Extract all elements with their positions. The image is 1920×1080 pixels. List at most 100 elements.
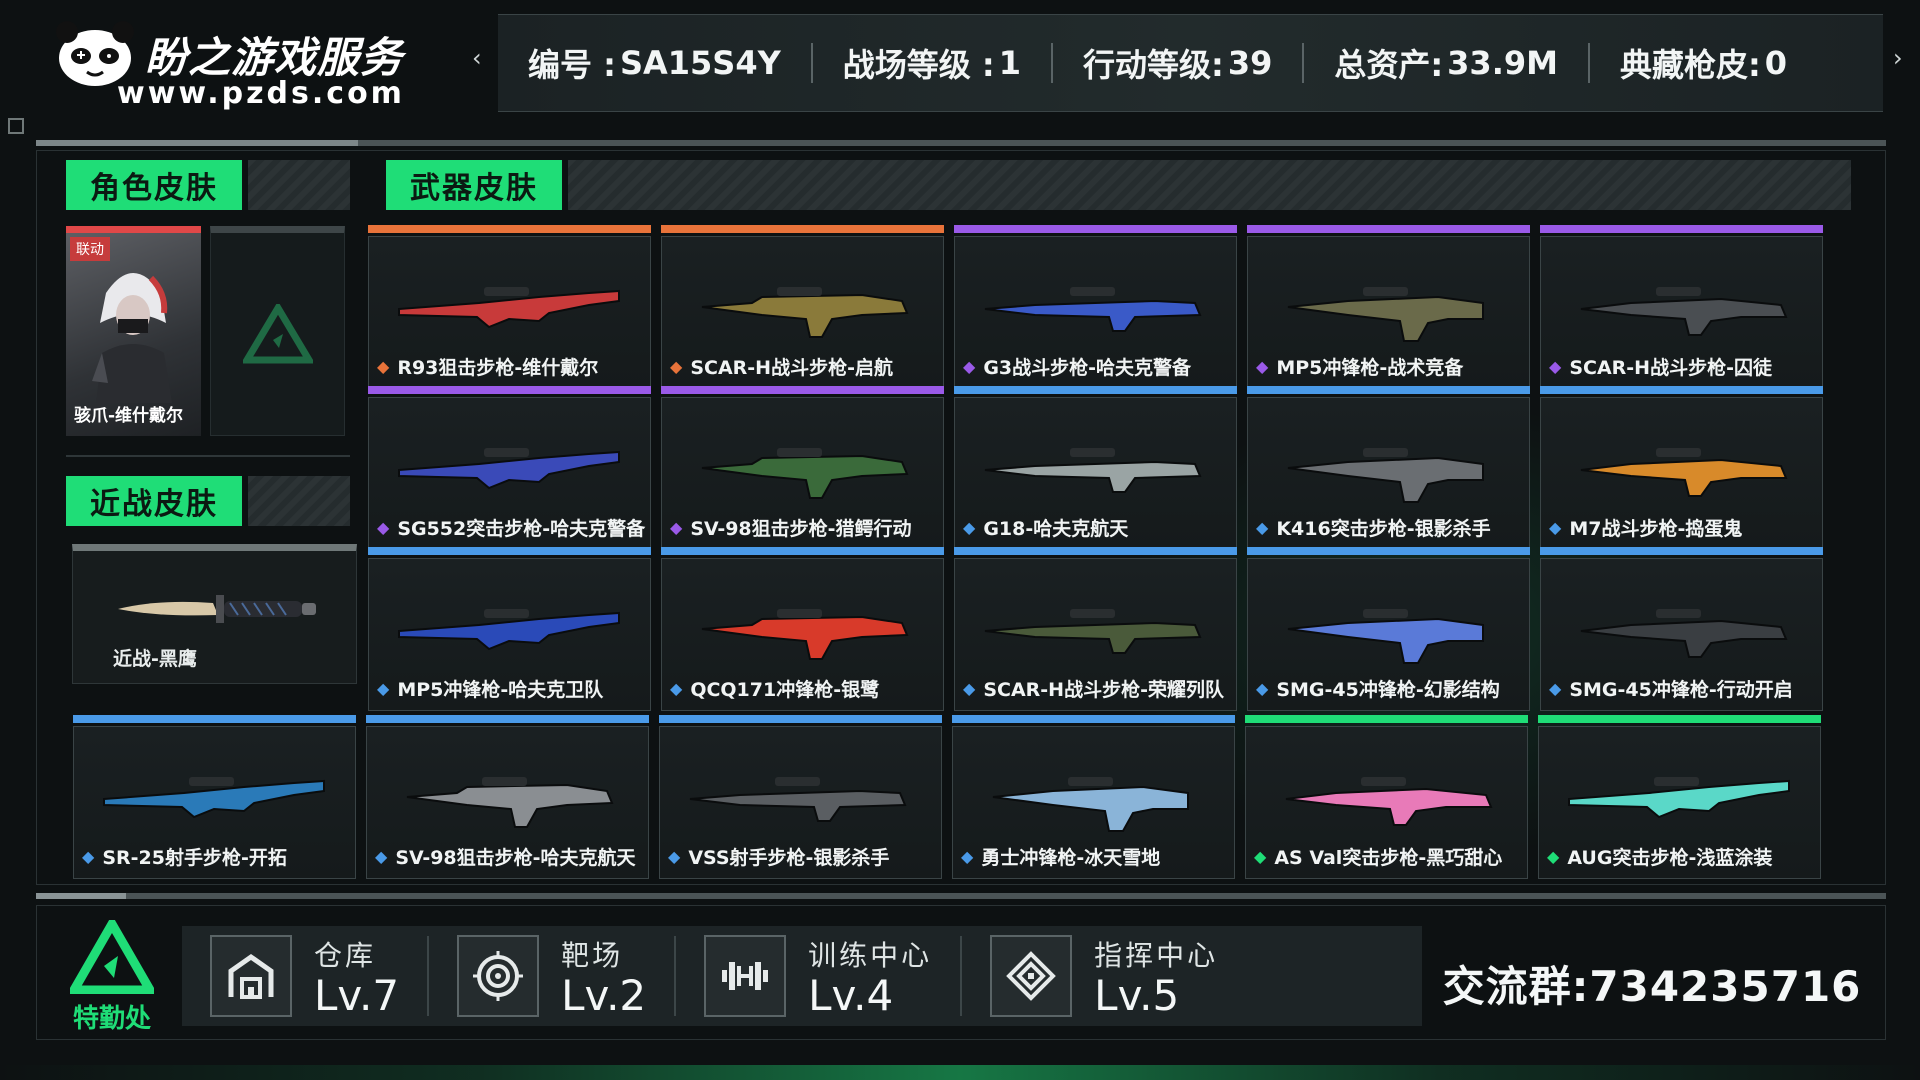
- facility-range[interactable]: 靶场 Lv.2: [427, 935, 674, 1018]
- rarity-diamond-icon: ◆: [1256, 357, 1269, 376]
- weapon-skin-label: ◆ SCAR-H战斗步枪-荣耀列队: [963, 675, 1224, 702]
- weapon-skin-name: MP5冲锋枪-哈夫克卫队: [397, 679, 604, 701]
- weapon-skin-name: SR-25射手步枪-开拓: [102, 847, 287, 869]
- weapon-skin-label: ◆ SCAR-H战斗步枪-囚徒: [1549, 353, 1772, 380]
- weapon-icon: [984, 609, 1202, 654]
- stat-value: 1: [998, 44, 1021, 82]
- weapon-skin-card[interactable]: ◆ R93狙击步枪-维什戴尔: [368, 225, 651, 389]
- left-divider: [66, 455, 350, 457]
- weapon-skin-name: SCAR-H战斗步枪-荣耀列队: [983, 679, 1224, 701]
- stat-label: 行动等级:: [1083, 46, 1224, 84]
- facility-training-center[interactable]: 训练中心 Lv.4: [674, 935, 960, 1018]
- facility-name: 靶场: [561, 938, 624, 972]
- footer-divider: [36, 893, 1886, 899]
- melee-skin-name: 近战-黑鹰: [113, 648, 197, 670]
- weapon-skin-card[interactable]: ◆ MP5冲锋枪-战术竞备: [1247, 225, 1530, 389]
- weapon-skin-card[interactable]: ◆ SMG-45冲锋枪-行动开启: [1540, 547, 1823, 711]
- melee-skin-card[interactable]: 近战-黑鹰: [72, 544, 357, 684]
- weapon-icon: [1287, 287, 1484, 342]
- rarity-stripe: [73, 715, 356, 723]
- weapon-skin-card[interactable]: ◆ SMG-45冲锋枪-幻影结构: [1247, 547, 1530, 711]
- chevron-left-icon[interactable]: ‹: [472, 44, 482, 72]
- weapon-skin-card[interactable]: ◆ SV-98狙击步枪-哈夫克航天: [366, 715, 649, 879]
- weapon-skin-name: G3战斗步枪-哈夫克警备: [983, 357, 1192, 379]
- section-weapon-skins: 武器皮肤: [386, 160, 1851, 210]
- knife-icon: [118, 595, 316, 623]
- rarity-stripe: [368, 225, 651, 233]
- weapon-skin-label: ◆ MP5冲锋枪-战术竞备: [1256, 353, 1463, 380]
- weapon-skin-name: SG552突击步枪-哈夫克警备: [397, 518, 646, 540]
- weapon-skin-card[interactable]: ◆ MP5冲锋枪-哈夫克卫队: [368, 547, 651, 711]
- rarity-diamond-icon: ◆: [1547, 847, 1560, 866]
- weapon-skin-label: ◆ AS Val突击步枪-黑巧甜心: [1254, 843, 1502, 870]
- facility-warehouse[interactable]: 仓库 Lv.7: [182, 935, 427, 1018]
- weapon-skin-card[interactable]: ◆ G18-哈夫克航天: [954, 386, 1237, 550]
- weapon-skin-card[interactable]: ◆ G3战斗步枪-哈夫克警备: [954, 225, 1237, 389]
- facility-name: 训练中心: [808, 938, 933, 972]
- footer-panel: 特勤处 仓库 Lv.7 靶场 Lv.2 训练中心 Lv.4 指挥中心 Lv.5 …: [36, 905, 1886, 1040]
- weapon-icon: [103, 777, 325, 819]
- stat-value: 33.9M: [1447, 44, 1558, 82]
- triangle-logo-icon: [66, 914, 158, 995]
- weapon-skin-card[interactable]: ◆ M7战斗步枪-捣蛋鬼: [1540, 386, 1823, 550]
- weapon-skin-label: ◆ K416突击步枪-银影杀手: [1256, 514, 1491, 541]
- weapon-skin-card[interactable]: ◆ 勇士冲锋枪-冰天雪地: [952, 715, 1235, 879]
- chevron-right-icon[interactable]: ›: [1893, 44, 1903, 72]
- weapon-icon: [1568, 777, 1790, 819]
- weapon-skin-card[interactable]: ◆ QCQ171冲锋枪-银鹭: [661, 547, 944, 711]
- character-skin-card[interactable]: 联动 骇爪-维什戴尔: [66, 226, 201, 436]
- stat-total-assets: 总资产: 33.9M: [1302, 43, 1588, 84]
- facility-level: Lv.5: [1094, 970, 1180, 1020]
- weapon-skin-name: VSS射手步枪-银影杀手: [688, 847, 890, 869]
- stat-operation-level: 行动等级: 39: [1051, 43, 1302, 84]
- weapon-icon: [398, 609, 620, 651]
- weapon-skin-label: ◆ 勇士冲锋枪-冰天雪地: [961, 843, 1160, 870]
- rarity-diamond-icon: ◆: [377, 679, 390, 698]
- weapon-skin-card[interactable]: ◆ SCAR-H战斗步枪-启航: [661, 225, 944, 389]
- rarity-stripe: [952, 715, 1235, 723]
- weapon-skin-card[interactable]: ◆ SG552突击步枪-哈夫克警备: [368, 386, 651, 550]
- rarity-stripe: [661, 547, 944, 555]
- weapon-skin-card[interactable]: ◆ AS Val突击步枪-黑巧甜心: [1245, 715, 1528, 879]
- weapon-skin-label: ◆ SV-98狙击步枪-猎鳄行动: [670, 514, 912, 541]
- weapon-skin-name: 勇士冲锋枪-冰天雪地: [981, 847, 1161, 869]
- top-divider: [36, 140, 1886, 146]
- stat-value: 39: [1227, 44, 1273, 82]
- rarity-stripe: [1245, 715, 1528, 723]
- rarity-stripe: [661, 225, 944, 233]
- facility-name: 仓库: [314, 938, 377, 972]
- weapon-skin-card[interactable]: ◆ SCAR-H战斗步枪-荣耀列队: [954, 547, 1237, 711]
- stat-label: 总资产:: [1334, 46, 1444, 84]
- weapon-icon: [1287, 609, 1484, 664]
- weapon-skin-label: ◆ SR-25射手步枪-开拓: [82, 843, 287, 870]
- collab-badge: 联动: [70, 237, 110, 261]
- weapon-icon: [984, 287, 1202, 332]
- weapon-skin-name: AS Val突击步枪-黑巧甜心: [1274, 847, 1503, 869]
- section-title: 角色皮肤: [66, 160, 242, 210]
- rarity-stripe: [1540, 386, 1823, 394]
- facility-command-center[interactable]: 指挥中心 Lv.5: [960, 935, 1246, 1020]
- stat-label: 战场等级 :: [842, 46, 995, 84]
- account-stats-bar: 编号 : SA15S4Y 战场等级 : 1 行动等级: 39 总资产: 33.9…: [498, 14, 1883, 112]
- weapon-skin-name: SCAR-H战斗步枪-启航: [690, 357, 893, 379]
- weapon-skin-card[interactable]: ◆ VSS射手步枪-银影杀手: [659, 715, 942, 879]
- weapon-skin-card[interactable]: ◆ SV-98狙击步枪-猎鳄行动: [661, 386, 944, 550]
- weapon-skin-label: ◆ SCAR-H战斗步枪-启航: [670, 353, 893, 380]
- weapon-skin-name: SV-98狙击步枪-猎鳄行动: [690, 518, 912, 540]
- rarity-diamond-icon: ◆: [1549, 357, 1562, 376]
- rarity-stripe: [1247, 547, 1530, 555]
- weapon-icon: [689, 777, 907, 822]
- weapon-skin-label: ◆ R93狙击步枪-维什戴尔: [377, 353, 598, 380]
- rarity-diamond-icon: ◆: [670, 518, 683, 537]
- rarity-stripe: [1540, 225, 1823, 233]
- weapon-icon: [1287, 448, 1484, 503]
- rarity-diamond-icon: ◆: [963, 679, 976, 698]
- weapon-skin-card[interactable]: ◆ SCAR-H战斗步枪-囚徒: [1540, 225, 1823, 389]
- weapon-skin-card[interactable]: ◆ K416突击步枪-银影杀手: [1247, 386, 1530, 550]
- rarity-stripe: [1247, 386, 1530, 394]
- rarity-stripe: [954, 547, 1237, 555]
- weapon-skin-label: ◆ QCQ171冲锋枪-银鹭: [670, 675, 879, 702]
- weapon-skin-card[interactable]: ◆ AUG突击步枪-浅蓝涂装: [1538, 715, 1821, 879]
- weapon-skin-card[interactable]: ◆ SR-25射手步枪-开拓: [73, 715, 356, 879]
- weapon-skin-label: ◆ AUG突击步枪-浅蓝涂装: [1547, 843, 1772, 870]
